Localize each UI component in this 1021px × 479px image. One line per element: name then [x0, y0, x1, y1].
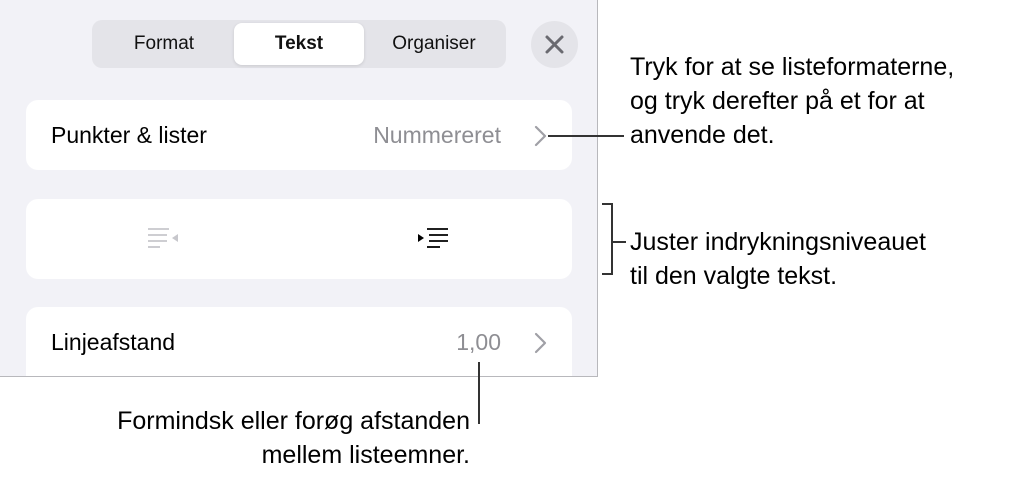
bullets-and-lists-row[interactable]: Punkter & lister Nummereret: [26, 100, 572, 170]
callout-bracket-vertical: [611, 203, 613, 275]
line-spacing-label: Linjeafstand: [51, 329, 176, 355]
callout-indent-line-2: til den valgte tekst.: [630, 262, 838, 290]
callout-spacing-line-2: mellem listeemner.: [261, 441, 470, 469]
decrease-indent-icon[interactable]: [147, 226, 181, 252]
callout-bullets-line-2: og tryk derefter på et for at: [630, 87, 925, 115]
line-spacing-row[interactable]: Linjeafstand 1,00: [26, 307, 572, 376]
callout-bullets: Tryk for at se listeformaterne, og tryk …: [630, 50, 1015, 152]
callout-bracket-bottom: [602, 273, 613, 275]
close-button[interactable]: [531, 21, 578, 68]
line-spacing-value: 1,00: [456, 329, 501, 355]
tab-organiser[interactable]: Organiser: [368, 23, 500, 65]
callout-spacing-line-1: Formindsk eller forøg afstanden: [117, 407, 470, 435]
callout-bullets-line-1: Tryk for at se listeformaterne,: [630, 53, 955, 81]
tab-tekst[interactable]: Tekst: [234, 23, 364, 65]
callout-spacing: Formindsk eller forøg afstanden mellem l…: [30, 404, 470, 472]
callout-bullets-line-3: anvende det.: [630, 121, 775, 149]
tab-format[interactable]: Format: [98, 23, 230, 65]
tab-control: Format Tekst Organiser: [92, 20, 506, 68]
bullets-and-lists-label: Punkter & lister: [51, 122, 207, 148]
increase-indent-icon[interactable]: [416, 226, 450, 252]
callout-line-bullets: [548, 135, 624, 137]
close-icon: [545, 35, 564, 54]
callout-indent-line-1: Juster indrykningsniveauet: [630, 228, 926, 256]
callout-indent: Juster indrykningsniveauet til den valgt…: [630, 225, 1015, 293]
callout-line-indent: [611, 241, 626, 243]
bullets-and-lists-value: Nummereret: [373, 122, 501, 148]
callout-line-spacing: [478, 362, 480, 424]
chevron-right-icon: [534, 125, 547, 147]
chevron-right-icon: [534, 332, 547, 354]
indent-row: [26, 199, 572, 279]
format-panel: Format Tekst Organiser Punkter & lister …: [0, 0, 598, 377]
